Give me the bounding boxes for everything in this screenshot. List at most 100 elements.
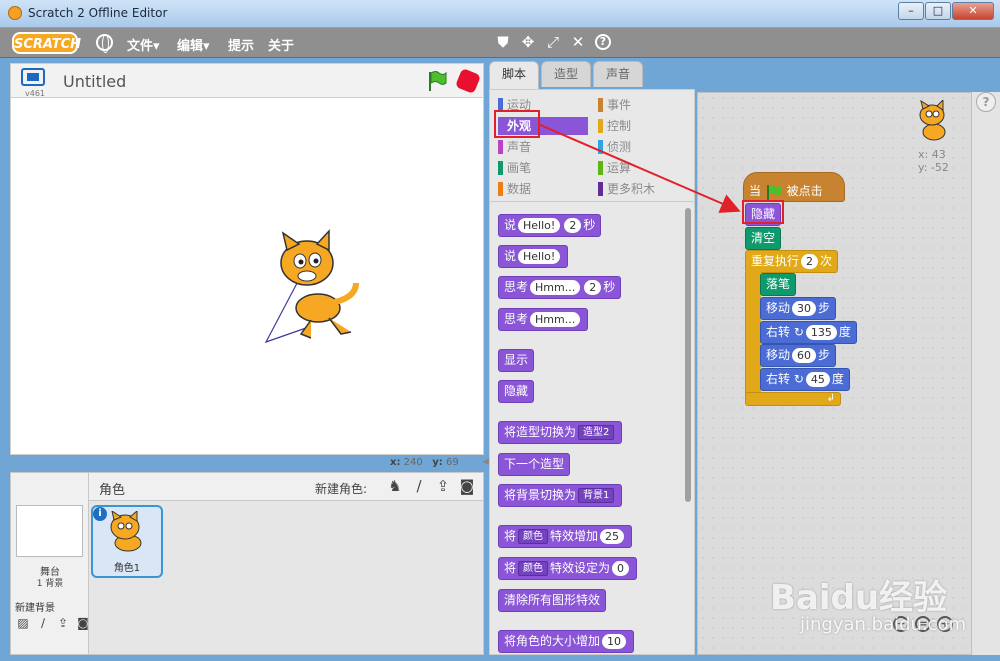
stage-canvas[interactable] bbox=[10, 98, 484, 455]
script-turn-right-1[interactable]: 右转 ↻ 135 度 bbox=[760, 321, 857, 344]
new-backdrop-label: 新建背景 bbox=[15, 603, 55, 614]
block-show[interactable]: 显示 bbox=[498, 349, 535, 372]
script-turn-right-2[interactable]: 右转 ↻ 45 度 bbox=[760, 368, 850, 391]
block-say[interactable]: 说 Hello! bbox=[498, 245, 569, 268]
script-when-flag-clicked[interactable]: 当 被点击 bbox=[743, 172, 845, 202]
highlight-box-looks bbox=[494, 110, 540, 138]
tab-scripts[interactable]: 脚本 bbox=[489, 61, 540, 89]
language-globe-icon[interactable] bbox=[96, 34, 113, 53]
block-change-effect[interactable]: 将颜色 特效增加 25 bbox=[498, 525, 633, 548]
stage-header: v461 Untitled bbox=[10, 63, 484, 98]
project-title[interactable]: Untitled bbox=[63, 72, 126, 91]
mouse-coordinates: x: 240 y: 69 bbox=[390, 457, 459, 468]
menu-tips[interactable]: 提示 bbox=[228, 35, 254, 54]
new-sprite-label: 新建角色: bbox=[315, 482, 368, 496]
new-sprite-icons: ♞ ∕ ⇪ ◙ bbox=[385, 477, 477, 495]
block-think-for-secs[interactable]: 思考 Hmm... 2 秒 bbox=[498, 276, 622, 299]
stop-icon[interactable] bbox=[454, 67, 482, 95]
watermark-logo: Baidu经验 bbox=[770, 578, 948, 618]
camera-icon[interactable]: ◙ bbox=[75, 616, 91, 630]
category-more-blocks[interactable]: 更多积木 bbox=[598, 180, 655, 198]
repeat-c-arm bbox=[745, 272, 761, 396]
upload-icon[interactable]: ⇪ bbox=[433, 477, 453, 495]
palette-scrollbar[interactable] bbox=[685, 208, 691, 502]
category-control[interactable]: 控制 bbox=[598, 117, 631, 135]
presentation-mode-icon[interactable] bbox=[21, 68, 45, 86]
script-pen-down[interactable]: 落笔 bbox=[760, 273, 797, 296]
block-change-size[interactable]: 将角色的大小增加 10 bbox=[498, 630, 635, 653]
sprite-position: x: 43 y: -52 bbox=[918, 148, 949, 174]
paint-brush-icon[interactable]: ∕ bbox=[409, 477, 429, 495]
rotate-cw-icon: ↻ bbox=[793, 372, 804, 386]
window-controls: – □ ✕ bbox=[897, 2, 994, 20]
help-icon[interactable]: ? bbox=[595, 34, 611, 50]
window-bottom-frame bbox=[0, 655, 1000, 661]
script-move-1[interactable]: 移动 30 步 bbox=[760, 297, 837, 320]
maximize-button[interactable]: □ bbox=[925, 2, 951, 20]
category-pen[interactable]: 画笔 bbox=[498, 159, 531, 177]
block-switch-costume[interactable]: 将造型切换为 造型2 bbox=[498, 421, 623, 444]
upload-icon[interactable]: ⇪ bbox=[55, 616, 71, 630]
block-palette: 说 Hello! 2 秒 说 Hello! 思考 Hmm... 2 秒 思考 Hmm... 显示… bbox=[489, 202, 695, 655]
menu-bar: SCRATCH 文件▾ 编辑▾ 提示 关于 ⛊ ✥ ⤢ ✕ ? bbox=[0, 28, 1000, 58]
new-backdrop-icons: ▨ ∕ ⇪ ◙ bbox=[15, 616, 91, 630]
category-sound[interactable]: 声音 bbox=[498, 138, 531, 156]
script-clear[interactable]: 清空 bbox=[745, 227, 782, 250]
block-think[interactable]: 思考 Hmm... bbox=[498, 308, 589, 331]
block-clear-effects[interactable]: 清除所有图形特效 bbox=[498, 589, 607, 612]
script-repeat[interactable]: 重复执行 2 次 bbox=[745, 250, 839, 273]
rotate-cw-icon: ↻ bbox=[793, 325, 804, 339]
script-move-2[interactable]: 移动 60 步 bbox=[760, 344, 837, 367]
stage-backdrop-count: 1 背景 bbox=[36, 579, 64, 589]
window-titlebar: Scratch 2 Offline Editor – □ ✕ bbox=[0, 0, 1000, 28]
menu-about[interactable]: 关于 bbox=[268, 35, 294, 54]
camera-icon[interactable]: ◙ bbox=[457, 477, 477, 495]
green-flag-icon bbox=[766, 184, 781, 200]
tab-costumes[interactable]: 造型 bbox=[541, 61, 592, 87]
green-flag-icon[interactable] bbox=[426, 70, 448, 92]
image-library-icon[interactable]: ▨ bbox=[15, 616, 31, 630]
category-data[interactable]: 数据 bbox=[498, 180, 531, 198]
repeat-end: ↲ bbox=[745, 392, 841, 406]
sprite-pane: 舞台 1 背景 新建背景 ▨ ∕ ⇪ ◙ 角色 新建角色: ♞ ∕ ⇪ ◙ i … bbox=[10, 472, 484, 655]
category-events[interactable]: 事件 bbox=[598, 96, 631, 114]
version-label: v461 bbox=[25, 89, 46, 98]
sprite-library-icon[interactable]: ♞ bbox=[385, 477, 405, 495]
help-icon[interactable]: ? bbox=[976, 92, 996, 112]
shrink-icon[interactable]: ✕ bbox=[569, 33, 587, 51]
cat-sprite-icon bbox=[110, 511, 142, 552]
sprite-header: 角色 新建角色: ♞ ∕ ⇪ ◙ bbox=[89, 473, 483, 501]
stamp-icon[interactable]: ⛊ bbox=[494, 33, 512, 51]
stage-drawing bbox=[264, 229, 359, 344]
app-icon bbox=[8, 6, 22, 20]
grow-icon[interactable]: ⤢ bbox=[544, 33, 562, 51]
minimize-button[interactable]: – bbox=[898, 2, 924, 20]
watermark-url: jingyan.baidu.com bbox=[800, 614, 967, 635]
editor-tabs: 脚本 造型 声音 bbox=[489, 61, 645, 89]
stage-column: 舞台 1 背景 新建背景 ▨ ∕ ⇪ ◙ bbox=[11, 473, 89, 654]
menu-edit[interactable]: 编辑▾ bbox=[177, 35, 210, 54]
cat-sprite-icon bbox=[280, 229, 359, 339]
category-operators[interactable]: 运算 bbox=[598, 159, 631, 177]
category-list: 运动 外观 声音 画笔 数据 事件 控制 侦测 运算 更多积木 bbox=[489, 89, 695, 202]
paint-brush-icon[interactable]: ∕ bbox=[35, 616, 51, 630]
cut-icon[interactable]: ✥ bbox=[519, 33, 537, 51]
close-button[interactable]: ✕ bbox=[952, 2, 994, 20]
right-strip bbox=[972, 92, 1000, 661]
stage-thumbnail[interactable] bbox=[16, 505, 83, 557]
block-say-for-secs[interactable]: 说 Hello! 2 秒 bbox=[498, 214, 602, 237]
sprite-thumbnail[interactable]: i 角色1 bbox=[91, 505, 163, 578]
block-set-effect[interactable]: 将颜色 特效设定为 0 bbox=[498, 557, 638, 580]
block-next-costume[interactable]: 下一个造型 bbox=[498, 453, 571, 476]
highlight-box-hide bbox=[742, 200, 784, 224]
category-sensing[interactable]: 侦测 bbox=[598, 138, 631, 156]
menu-file[interactable]: 文件▾ bbox=[127, 35, 160, 54]
block-switch-backdrop[interactable]: 将背景切换为 背景1 bbox=[498, 484, 623, 507]
cat-sprite-icon bbox=[919, 100, 946, 141]
collapse-arrow-icon[interactable]: ◀ bbox=[482, 457, 489, 471]
scratch-logo[interactable]: SCRATCH bbox=[12, 32, 81, 54]
block-hide[interactable]: 隐藏 bbox=[498, 380, 535, 403]
sprites-label: 角色 bbox=[99, 483, 126, 498]
sprite-name: 角色1 bbox=[113, 563, 141, 574]
tab-sounds[interactable]: 声音 bbox=[593, 61, 644, 87]
